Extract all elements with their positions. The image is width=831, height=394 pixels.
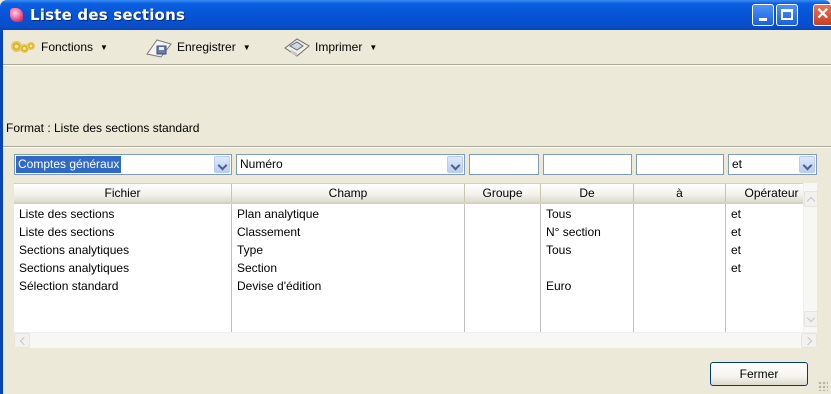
sections-table[interactable]: Fichier Champ Groupe De à Opérateur List… — [14, 183, 817, 348]
close-window-button[interactable]: ✕ — [813, 4, 831, 26]
window-title: Liste des sections — [30, 6, 186, 24]
cell-operator: et — [731, 207, 742, 221]
horizontal-scrollbar[interactable] — [14, 332, 817, 348]
maximize-icon — [781, 9, 793, 20]
cell-file: Sections analytiques — [19, 243, 130, 257]
file-combobox-value: Comptes généraux — [16, 156, 122, 173]
title-bar[interactable]: Liste des sections ✕ — [0, 0, 831, 30]
table-header: Fichier Champ Groupe De à Opérateur — [14, 184, 817, 204]
operator-combobox[interactable]: et — [728, 154, 817, 175]
app-icon — [10, 8, 23, 22]
cell-operator: et — [731, 243, 742, 257]
cell-to — [634, 242, 639, 260]
cell-group — [465, 224, 470, 242]
chevron-down-icon[interactable] — [447, 156, 463, 173]
format-label: Format : Liste des sections standard — [6, 121, 200, 135]
cell-field: Section — [237, 261, 278, 275]
close-icon: ✕ — [816, 6, 830, 23]
minimize-button[interactable] — [752, 4, 774, 26]
cell-group — [465, 206, 470, 224]
cell-file: Liste des sections — [19, 225, 115, 239]
minimize-icon — [759, 18, 767, 21]
table-row[interactable]: Liste des sections Classement N° section… — [14, 224, 817, 242]
file-combobox[interactable]: Comptes généraux — [14, 154, 232, 175]
functions-label: Fonctions — [41, 40, 94, 54]
cell-field: Classement — [237, 225, 301, 239]
operator-combobox-value: et — [732, 157, 743, 171]
field-combobox[interactable]: Numéro — [236, 154, 465, 175]
cell-group — [465, 260, 470, 278]
to-input[interactable] — [636, 154, 724, 175]
cell-from — [541, 260, 546, 278]
save-label: Enregistrer — [177, 40, 236, 54]
cell-from: Tous — [546, 243, 572, 257]
maximize-button[interactable] — [776, 4, 798, 26]
dropdown-arrow-icon: ▼ — [242, 42, 251, 52]
save-document-icon — [145, 36, 173, 58]
cell-operator — [726, 278, 731, 296]
from-input[interactable] — [543, 154, 632, 175]
cell-operator: et — [731, 225, 742, 239]
close-button[interactable]: Fermer — [710, 362, 808, 386]
dropdown-arrow-icon: ▼ — [369, 42, 378, 52]
cell-group — [465, 242, 470, 260]
cell-from: Tous — [546, 207, 572, 221]
functions-menu-button[interactable]: Fonctions ▼ — [11, 37, 108, 57]
cell-file: Sections analytiques — [19, 261, 130, 275]
cell-field: Type — [237, 243, 264, 257]
chevron-down-icon[interactable] — [214, 156, 230, 173]
group-input[interactable] — [469, 154, 539, 175]
cell-group — [465, 278, 470, 296]
cell-file: Sélection standard — [19, 279, 119, 293]
toolbar: Fonctions ▼ Enregistrer ▼ Imprimer ▼ — [3, 30, 831, 64]
cell-operator: et — [731, 261, 742, 275]
save-menu-button[interactable]: Enregistrer ▼ — [145, 36, 251, 58]
cell-from: Euro — [546, 279, 572, 293]
table-row[interactable]: Sections analytiques Section et — [14, 260, 817, 278]
column-header-to[interactable]: à — [634, 184, 726, 202]
field-combobox-value: Numéro — [240, 157, 283, 171]
dropdown-arrow-icon: ▼ — [100, 42, 108, 52]
divider — [3, 146, 831, 148]
scroll-up-button[interactable] — [804, 191, 818, 207]
divider — [3, 64, 831, 66]
cell-field: Plan analytique — [237, 207, 320, 221]
printer-icon — [283, 36, 311, 58]
vertical-scrollbar[interactable] — [803, 183, 818, 348]
scroll-right-button[interactable] — [801, 333, 817, 348]
cell-to — [634, 278, 639, 296]
scroll-left-button[interactable] — [14, 333, 30, 348]
gears-icon — [11, 39, 37, 55]
resize-grip[interactable] — [818, 381, 828, 391]
print-menu-button[interactable]: Imprimer ▼ — [283, 37, 377, 57]
column-header-file[interactable]: Fichier — [14, 184, 232, 202]
column-header-field[interactable]: Champ — [232, 184, 465, 202]
table-row[interactable]: Sections analytiques Type Tous et — [14, 242, 817, 260]
column-header-from[interactable]: De — [541, 184, 634, 202]
chevron-down-icon[interactable] — [799, 156, 815, 173]
cell-to — [634, 206, 639, 224]
cell-file: Liste des sections — [19, 207, 115, 221]
table-row[interactable]: Liste des sections Plan analytique Tous … — [14, 206, 817, 224]
table-row[interactable]: Sélection standard Devise d'édition Euro — [14, 278, 817, 296]
cell-to — [634, 260, 639, 278]
cell-from: N° section — [546, 225, 601, 239]
window-frame — [0, 30, 3, 394]
print-label: Imprimer — [315, 40, 363, 54]
cell-to — [634, 224, 639, 242]
cell-field: Devise d'édition — [237, 279, 322, 293]
column-header-group[interactable]: Groupe — [465, 184, 541, 202]
scroll-down-button[interactable] — [804, 311, 818, 327]
